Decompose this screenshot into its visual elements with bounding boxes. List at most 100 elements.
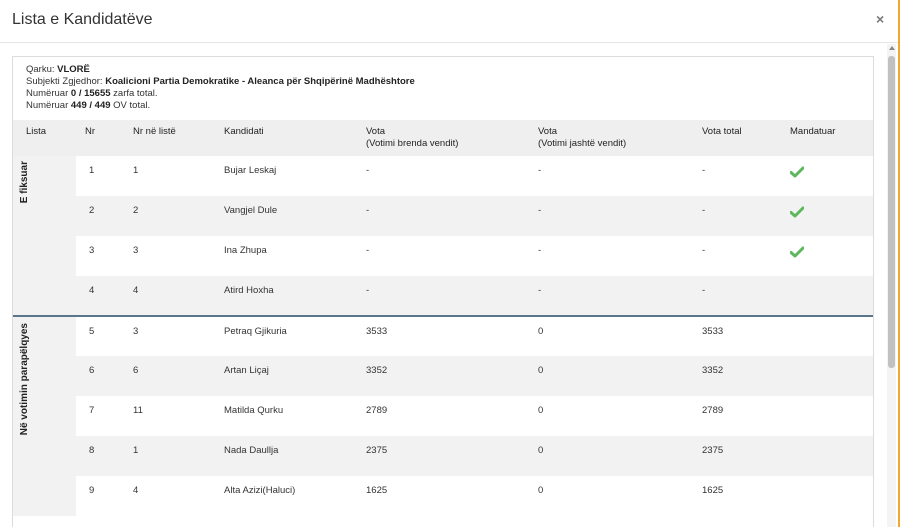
cell-mandatuar bbox=[777, 436, 873, 476]
cell-nr: 4 bbox=[76, 276, 120, 316]
cell-kandidati: Ina Zhupa bbox=[224, 245, 267, 256]
cell-kandidati: Atird Hoxha bbox=[211, 276, 353, 316]
cell-kandidati: Vangjel Dule bbox=[211, 196, 353, 236]
subjekti-line: Subjekti Zgjedhor: Koalicioni Partia Dem… bbox=[26, 76, 415, 87]
cell-vota-jashte: 0 bbox=[525, 315, 689, 356]
cell-kandidati: Bujar Leskaj bbox=[224, 165, 277, 176]
cell-nr-liste: 4 bbox=[120, 276, 211, 316]
check-icon bbox=[790, 206, 804, 218]
cell-mandatuar bbox=[777, 315, 873, 356]
cell-vota-brenda: - bbox=[353, 276, 525, 316]
cell-mandatuar bbox=[777, 476, 873, 516]
cell-vota-total: 3533 bbox=[689, 315, 777, 356]
cell-mandatuar bbox=[777, 356, 873, 396]
table-row: 7 11 Matilda Qurku 2789 0 2789 bbox=[13, 396, 873, 436]
cell-kandidati: Nada Daullja bbox=[211, 436, 353, 476]
table-row: Në votimin parapëlqyes 5 3 Petraq Gjikuria 3… bbox=[13, 315, 873, 516]
zarfa-value: 0 / 15655 bbox=[70, 88, 111, 99]
zarfa-line: Numëruar 0 / 15655 zarfa total. bbox=[26, 88, 158, 99]
cell-nr-liste: 11 bbox=[133, 405, 143, 416]
cell-nr-liste: 3 bbox=[120, 315, 211, 356]
cell-kandidati: Petraq Gjikuria bbox=[211, 315, 353, 356]
cell-nr: 1 bbox=[89, 165, 95, 176]
check-icon bbox=[790, 246, 804, 258]
col-nr-liste: Nr në listë bbox=[120, 120, 211, 156]
ov-line: Numëruar 449 / 449 OV total. bbox=[26, 100, 151, 111]
cell-vota-jashte: - bbox=[538, 245, 542, 256]
cell-vota-total: 3352 bbox=[689, 356, 777, 396]
qarku-value: VLORË bbox=[57, 64, 90, 75]
candidates-table: Lista Nr Nr në listë Kandidati Vota (Voti… bbox=[13, 120, 873, 516]
cell-nr-liste: 2 bbox=[120, 196, 211, 236]
cell-mandatuar bbox=[777, 276, 873, 316]
cell-vota-total: - bbox=[689, 276, 777, 316]
cell-nr: 3 bbox=[89, 245, 95, 256]
col-nr: Nr bbox=[76, 120, 120, 156]
cell-vota-brenda: 2789 bbox=[366, 405, 388, 416]
col-lista: Lista bbox=[13, 120, 76, 156]
cell-nr: 8 bbox=[76, 436, 120, 476]
cell-vota-brenda: 2375 bbox=[353, 436, 525, 476]
col-mandatuar: Mandatuar bbox=[777, 120, 873, 156]
cell-vota-total: 2789 bbox=[702, 405, 724, 416]
cell-nr-liste: 4 bbox=[133, 485, 139, 496]
group-label: Në votimin parapëlqyes bbox=[19, 323, 30, 436]
cell-vota-total: - bbox=[702, 165, 706, 176]
table-header: Lista Nr Nr në listë Kandidati Vota (Voti… bbox=[13, 120, 873, 156]
qarku-line: Qarku: VLORË bbox=[26, 64, 90, 75]
cell-kandidati: Artan Liçaj bbox=[211, 356, 353, 396]
close-icon[interactable]: × bbox=[876, 12, 884, 26]
subjekti-value: Koalicioni Partia Demokratike - Aleanca … bbox=[105, 76, 415, 87]
cell-nr: 7 bbox=[89, 405, 95, 416]
cell-vota-brenda: 1625 bbox=[366, 485, 388, 496]
cell-vota-brenda: 3352 bbox=[353, 356, 525, 396]
cell-vota-jashte: 0 bbox=[525, 436, 689, 476]
candidates-panel: Qarku: VLORË Subjekti Zgjedhor: Koalicio… bbox=[12, 56, 874, 527]
table-row: 4 4 Atird Hoxha - - - bbox=[13, 276, 873, 316]
group-label: E fiksuar bbox=[19, 161, 30, 204]
col-kandidati: Kandidati bbox=[211, 120, 353, 156]
cell-mandatuar bbox=[777, 196, 873, 236]
col-vota-total: Vota total bbox=[689, 120, 777, 156]
table-row: E fiksuar 1 1 Bujar Leskaj - - - bbox=[13, 156, 873, 316]
table-row: 6 6 Artan Liçaj 3352 0 3352 bbox=[13, 356, 873, 396]
cell-vota-brenda: 3533 bbox=[353, 315, 525, 356]
col-vota-brenda: Vota (Votimi brenda vendit) bbox=[353, 120, 525, 156]
cell-vota-brenda: - bbox=[366, 165, 370, 176]
table-row: 8 1 Nada Daullja 2375 0 2375 bbox=[13, 436, 873, 476]
cell-vota-brenda: - bbox=[353, 196, 525, 236]
group-cell: Në votimin parapëlqyes bbox=[13, 315, 76, 516]
cell-vota-jashte: - bbox=[538, 165, 542, 176]
scrollbar-thumb[interactable] bbox=[888, 56, 895, 368]
cell-nr-liste: 1 bbox=[133, 165, 139, 176]
check-icon bbox=[790, 166, 804, 178]
cell-mandatuar bbox=[777, 396, 873, 436]
cell-nr: 6 bbox=[76, 356, 120, 396]
cell-kandidati: Alta Azizi(Haluci) bbox=[224, 485, 296, 496]
table-row: 2 2 Vangjel Dule - - - bbox=[13, 196, 873, 236]
modal-title: Lista e Kandidatëve bbox=[12, 11, 153, 28]
cell-vota-jashte: 0 bbox=[538, 485, 544, 496]
cell-vota-total: - bbox=[702, 245, 706, 256]
cell-vota-jashte: 0 bbox=[538, 405, 544, 416]
cell-vota-total: - bbox=[689, 196, 777, 236]
cell-nr: 9 bbox=[89, 485, 95, 496]
cell-vota-jashte: - bbox=[525, 276, 689, 316]
cell-vota-jashte: - bbox=[525, 196, 689, 236]
cell-mandatuar bbox=[777, 236, 873, 276]
cell-mandatuar bbox=[777, 156, 873, 196]
cell-nr: 2 bbox=[76, 196, 120, 236]
cell-nr-liste: 3 bbox=[133, 245, 139, 256]
cell-vota-total: 2375 bbox=[689, 436, 777, 476]
cell-vota-jashte: 0 bbox=[525, 356, 689, 396]
table-row: 9 4 Alta Azizi(Haluci) 1625 0 1625 bbox=[13, 476, 873, 516]
ov-value: 449 / 449 bbox=[70, 100, 111, 111]
scroll-up-arrow[interactable] bbox=[889, 46, 895, 50]
cell-vota-total: 1625 bbox=[702, 485, 724, 496]
cell-nr: 5 bbox=[76, 315, 120, 356]
cell-nr-liste: 1 bbox=[120, 436, 211, 476]
summary-info: Qarku: VLORË Subjekti Zgjedhor: Koalicio… bbox=[13, 57, 873, 120]
col-vota-jashte: Vota (Votimi jashtë vendit) bbox=[525, 120, 689, 156]
cell-vota-brenda: - bbox=[366, 245, 370, 256]
cell-kandidati: Matilda Qurku bbox=[224, 405, 284, 416]
